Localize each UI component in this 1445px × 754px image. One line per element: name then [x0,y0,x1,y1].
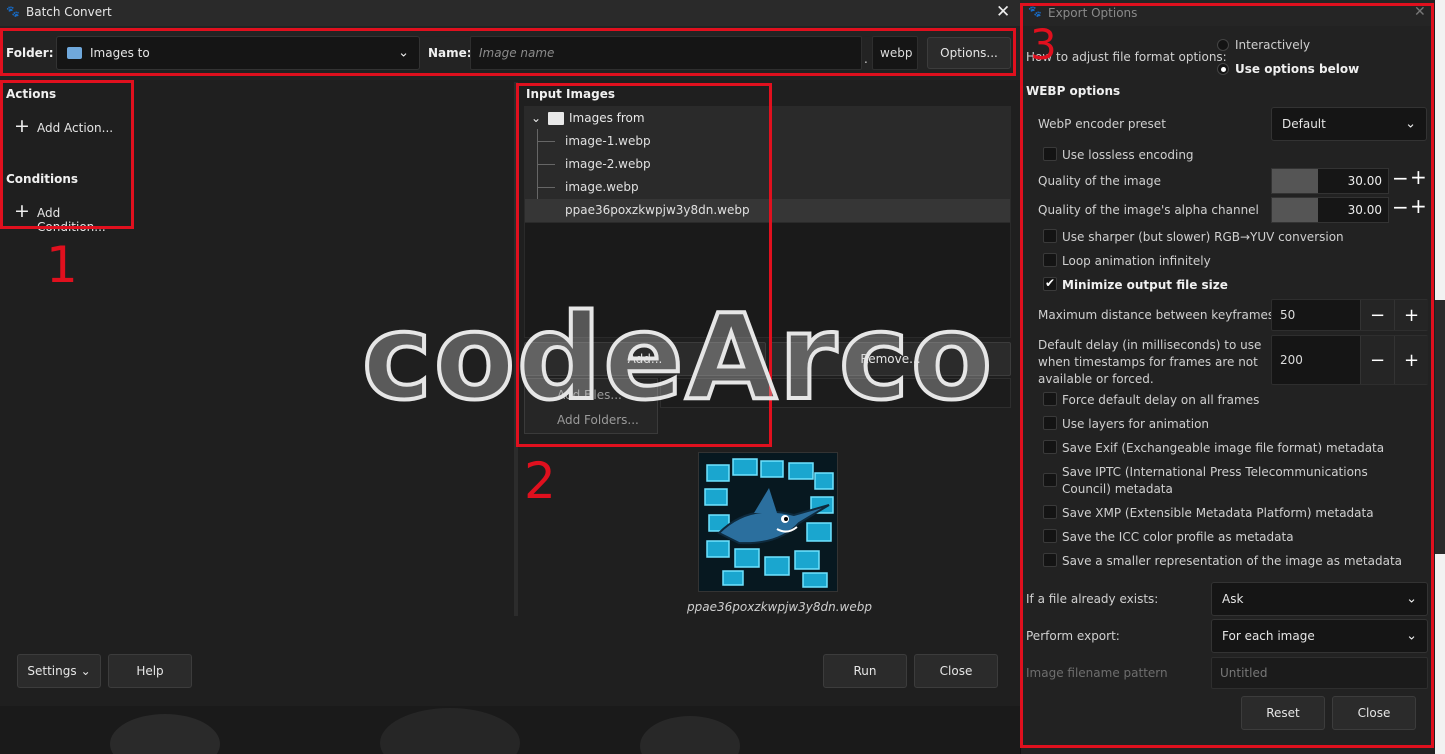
batch-title: Batch Convert [26,5,112,19]
run-button[interactable]: Run [823,654,907,688]
remove-button[interactable]: Remove... [770,342,1011,376]
preview-caption: ppae36poxzkwpjw3y8dn.webp [687,600,872,614]
settings-label: Settings [27,664,77,678]
settings-button[interactable]: Settings ⌄ [17,654,101,688]
background-window-strip [1435,0,1445,754]
close-icon[interactable]: ✕ [996,2,1010,22]
annotation-marker-2: 2 [524,452,556,510]
annotation-box-3 [1020,3,1434,748]
marlin-thumbnail-icon [699,453,837,591]
annotation-marker-3: 3 [1030,20,1057,69]
annotation-box-1 [0,80,134,229]
gimp-logo-icon: 🐾 [6,5,20,18]
annotation-box-2 [516,83,772,447]
image-preview [698,452,838,592]
batch-close-button[interactable]: Close [914,654,998,688]
chevron-down-icon: ⌄ [80,664,91,678]
help-button[interactable]: Help [108,654,192,688]
background-decoration [0,706,1020,754]
annotation-box-toolbar [0,28,1016,76]
annotation-marker-1: 1 [46,236,78,294]
batch-titlebar: 🐾 Batch Convert ✕ [0,0,1020,26]
